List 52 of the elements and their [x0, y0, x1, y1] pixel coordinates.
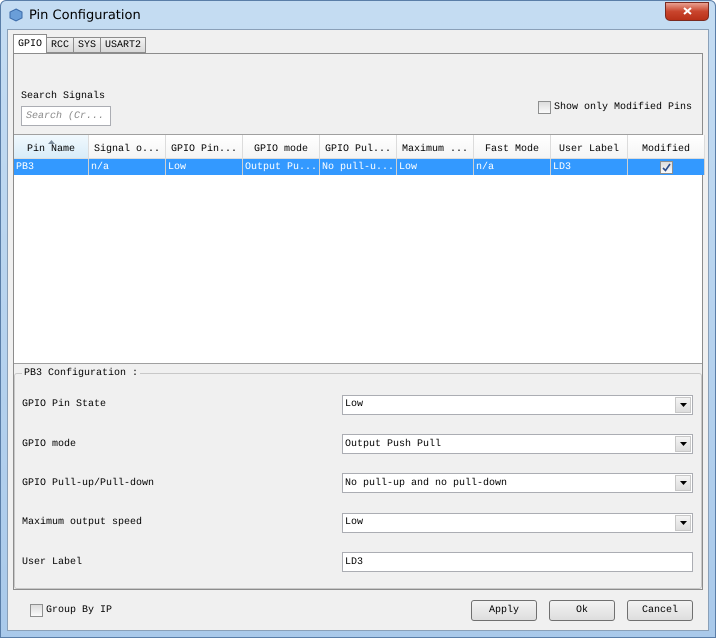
dropdown[interactable]: Low	[342, 394, 693, 415]
check-icon	[662, 162, 670, 172]
field-label: GPIO Pin State	[22, 399, 106, 410]
column-header[interactable]: Modified	[628, 135, 705, 159]
checkbox-label: Show only Modified Pins	[554, 102, 692, 113]
table-cell: n/a	[89, 159, 166, 175]
table-cell: PB3	[14, 159, 89, 175]
search-field[interactable]: Search (Cr...	[21, 106, 111, 126]
dropdown-arrow-icon	[680, 402, 686, 407]
table-cell: LD3	[551, 159, 628, 175]
column-header[interactable]: Signal o...	[89, 135, 166, 159]
table-cell: Output Pu...	[243, 159, 320, 175]
group-title: PB3 Configuration :	[23, 368, 140, 379]
dialog-button[interactable]: Cancel	[627, 600, 693, 620]
checkbox-label: Group By IP	[46, 604, 112, 616]
dialog-button[interactable]: Ok	[549, 600, 615, 620]
field-label: GPIO mode	[22, 438, 76, 450]
field-label: Maximum output speed	[22, 517, 142, 528]
close-icon	[682, 7, 692, 15]
tab[interactable]: RCC	[46, 37, 74, 53]
input-field[interactable]: LD3	[342, 552, 693, 572]
dropdown-arrow-icon	[680, 442, 686, 446]
close-button[interactable]	[665, 2, 709, 20]
table-cell: n/a	[474, 159, 551, 175]
table-cell: Low	[397, 159, 474, 175]
search-label: Search Signals	[21, 91, 106, 102]
checkbox[interactable]	[30, 604, 43, 616]
dropdown-arrow-icon	[680, 481, 686, 486]
dropdown-arrow-icon	[680, 520, 686, 525]
column-header[interactable]: User Label	[551, 135, 628, 159]
tab[interactable]: GPIO	[13, 34, 48, 53]
field-label: User Label	[22, 556, 82, 568]
column-header[interactable]: GPIO Pul...	[320, 135, 397, 159]
column-header[interactable]: GPIO mode	[243, 135, 320, 159]
table-cell: No pull-u...	[320, 159, 397, 175]
checkbox[interactable]	[538, 101, 551, 114]
column-header[interactable]: GPIO Pin...	[166, 135, 243, 159]
dropdown[interactable]: Low	[342, 512, 693, 533]
dropdown[interactable]: Output Push Pull	[342, 434, 693, 454]
window-title: Pin Configuration	[29, 8, 142, 22]
checkbox[interactable]	[660, 160, 672, 174]
sort-arrow-icon	[48, 140, 54, 144]
dialog-button[interactable]: Apply	[471, 600, 537, 620]
tab[interactable]: SYS	[73, 37, 102, 53]
app-cube-icon	[9, 8, 23, 22]
table-cell: Low	[166, 159, 243, 175]
column-header[interactable]: Fast Mode	[474, 135, 551, 159]
field-label: GPIO Pull-up/Pull-down	[22, 478, 154, 489]
tab[interactable]: USART2	[100, 37, 146, 53]
dropdown[interactable]: No pull-up and no pull-down	[342, 473, 693, 494]
column-header[interactable]: Pin Name	[14, 135, 89, 159]
column-header[interactable]: Maximum ...	[397, 135, 474, 159]
